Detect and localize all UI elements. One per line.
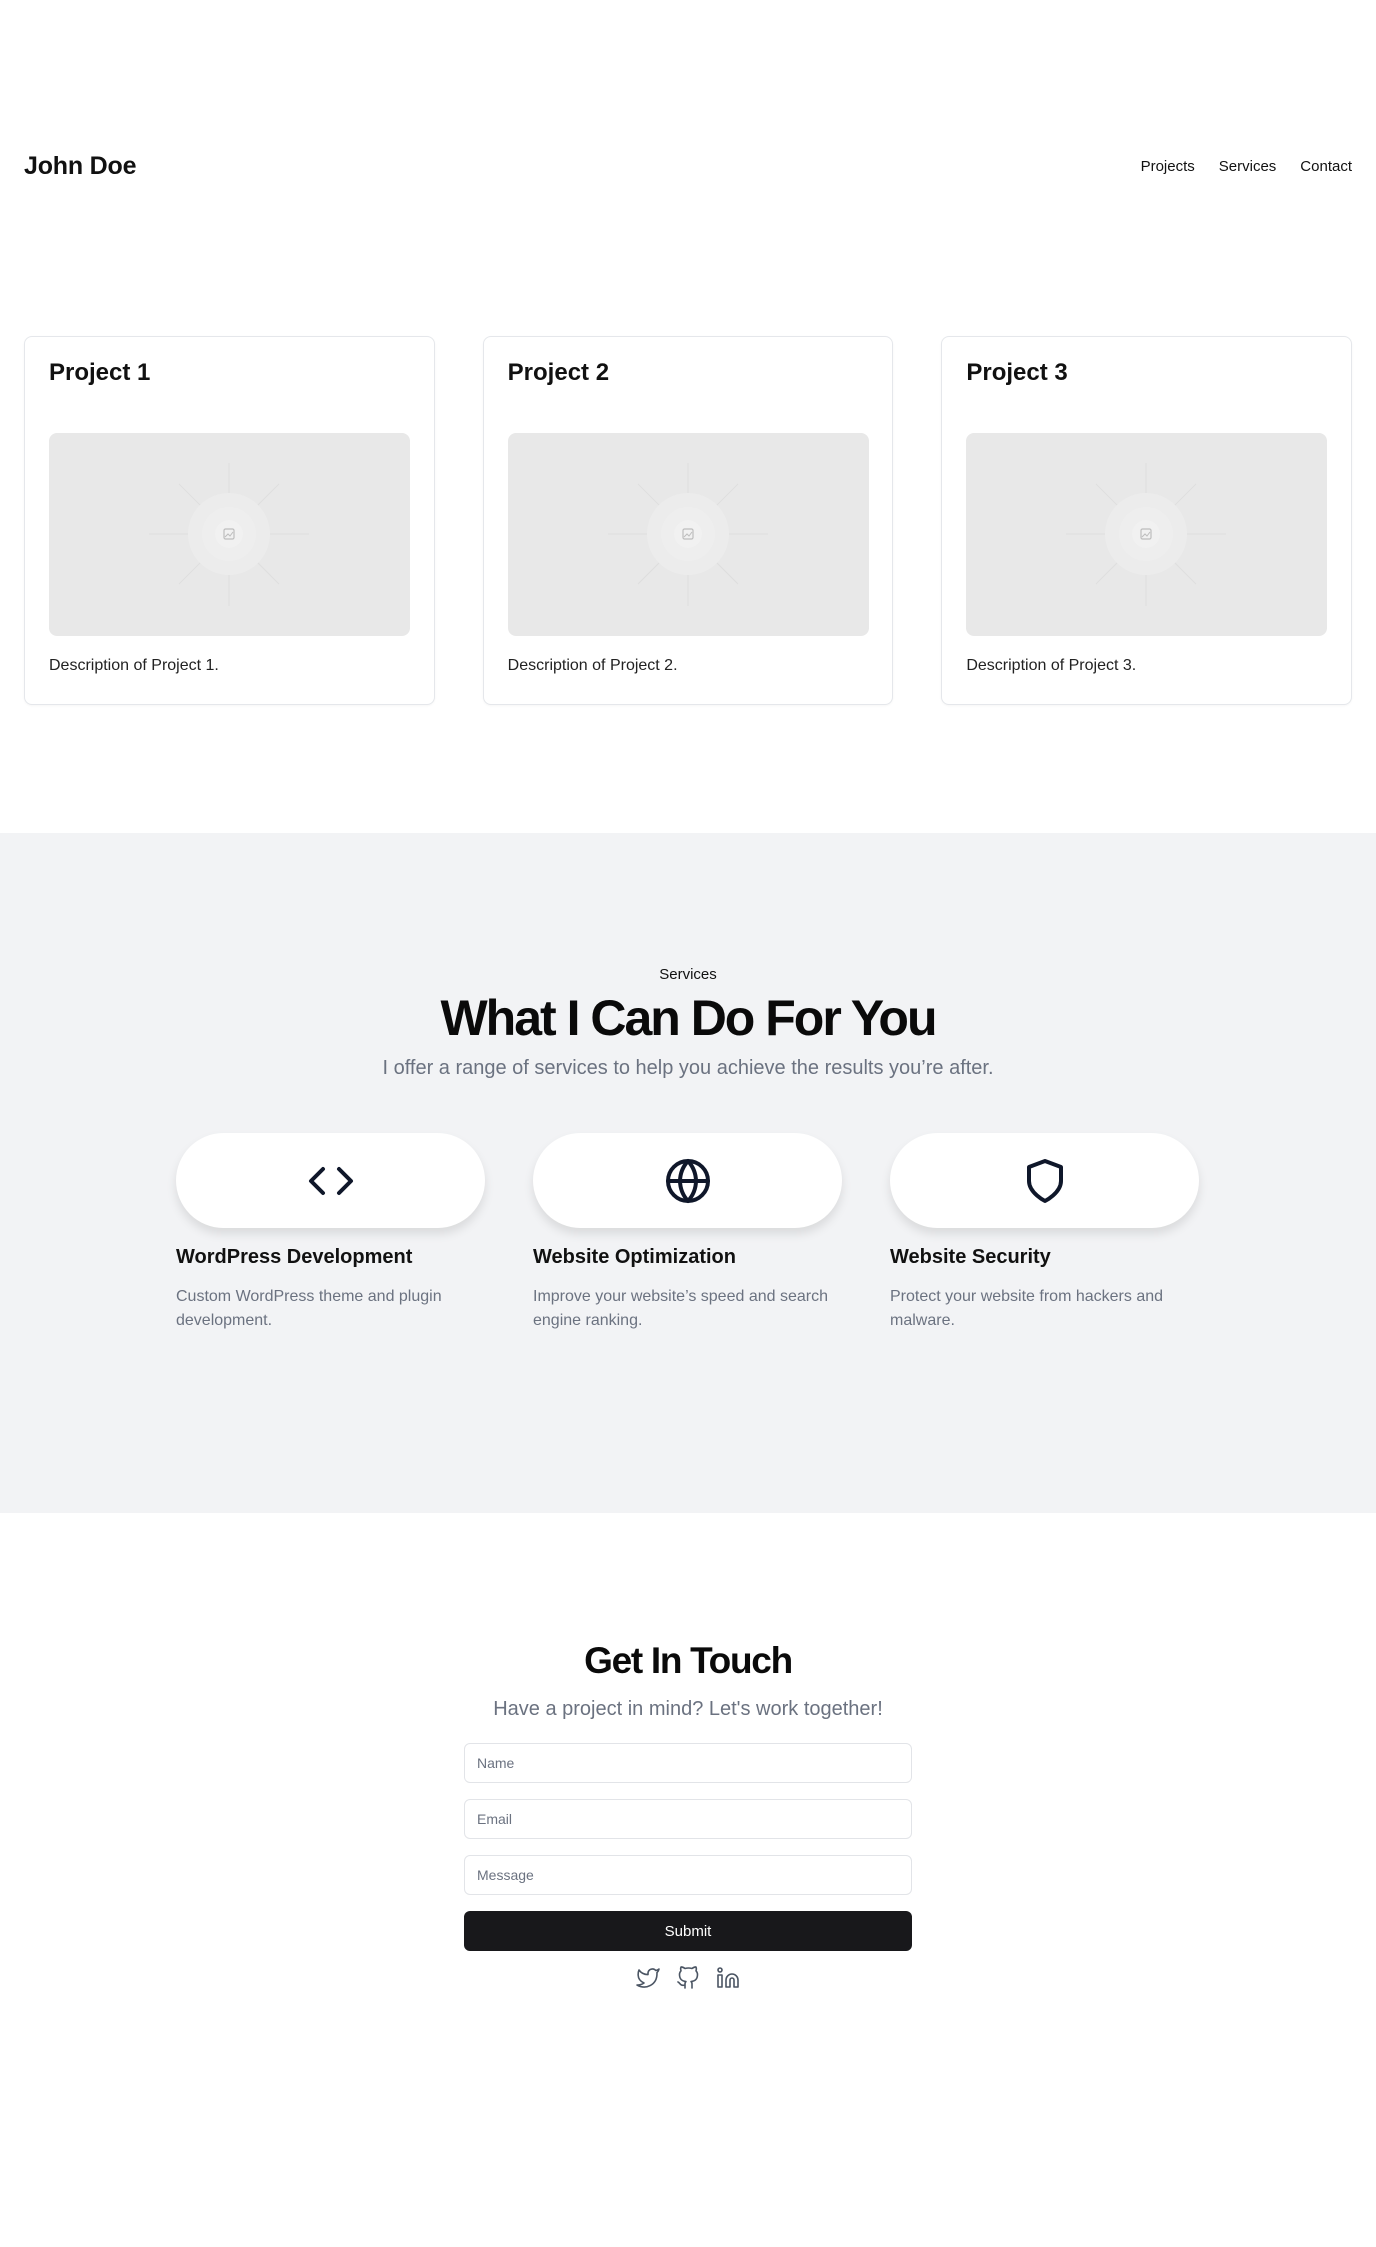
service-icon-pill[interactable] <box>890 1133 1199 1228</box>
code-icon <box>308 1166 353 1195</box>
service-item: Website Optimization Improve your websit… <box>533 1133 842 1333</box>
email-field[interactable] <box>464 1799 912 1839</box>
service-name: WordPress Development <box>176 1246 413 1268</box>
project-title: Project 2 <box>507 359 610 386</box>
nav-link-services[interactable]: Services <box>1219 158 1277 175</box>
project-description: Description of Project 1. <box>49 657 219 674</box>
site-header: John Doe Projects Services Contact <box>0 0 1376 336</box>
name-field[interactable] <box>464 1743 912 1783</box>
project-card[interactable]: Project 2 Description of Project 2. <box>482 336 894 705</box>
service-icon-pill[interactable] <box>533 1133 842 1228</box>
service-icon-pill[interactable] <box>176 1133 485 1228</box>
social-links <box>0 1965 1376 1991</box>
project-description: Description of Project 3. <box>966 657 1137 674</box>
services-heading: What I Can Do For You <box>440 990 937 1046</box>
image-placeholder-icon <box>149 463 309 606</box>
submit-button[interactable]: Submit <box>464 1911 912 1951</box>
service-name: Website Optimization <box>533 1246 736 1268</box>
shield-icon <box>1026 1158 1063 1203</box>
projects-section: Project 1 Description of Project 1. Proj… <box>24 336 1353 705</box>
service-description: Protect your website from hackers and ma… <box>890 1288 1164 1329</box>
service-description: Custom WordPress theme and plugin develo… <box>176 1288 442 1329</box>
services-eyebrow: Services <box>659 966 717 983</box>
contact-section: Get In Touch Have a project in mind? Let… <box>0 1513 1376 2247</box>
service-item: WordPress Development Custom WordPress t… <box>176 1133 485 1333</box>
service-description: Improve your website’s speed and search … <box>533 1288 828 1329</box>
github-icon <box>677 1966 699 1989</box>
project-card[interactable]: Project 3 Description of Project 3. <box>941 336 1353 705</box>
twitter-icon <box>636 1968 660 1988</box>
project-image-placeholder <box>507 433 869 636</box>
message-field[interactable] <box>464 1855 912 1895</box>
linkedin-link[interactable] <box>715 1965 741 1991</box>
service-name: Website Security <box>890 1246 1051 1268</box>
project-title: Project 3 <box>966 359 1068 386</box>
contact-heading: Get In Touch <box>584 1640 793 1681</box>
nav-link-contact[interactable]: Contact <box>1300 158 1352 175</box>
contact-subtitle: Have a project in mind? Let's work toget… <box>493 1698 883 1720</box>
twitter-link[interactable] <box>635 1965 661 1991</box>
main-nav: Projects Services Contact <box>1141 158 1352 175</box>
services-subtitle: I offer a range of services to help you … <box>382 1057 994 1079</box>
service-item: Website Security Protect your website fr… <box>890 1133 1199 1333</box>
project-image-placeholder <box>966 433 1328 636</box>
services-grid: WordPress Development Custom WordPress t… <box>176 1133 1199 1333</box>
image-placeholder-icon <box>607 463 768 606</box>
services-section: Services What I Can Do For You I offer a… <box>0 833 1376 1513</box>
globe-icon <box>665 1158 710 1203</box>
nav-link-projects[interactable]: Projects <box>1141 158 1195 175</box>
project-description: Description of Project 2. <box>507 657 678 674</box>
project-title: Project 1 <box>49 359 151 386</box>
linkedin-icon <box>717 1967 739 1988</box>
github-link[interactable] <box>675 1965 701 1991</box>
project-image-placeholder <box>49 433 410 636</box>
image-placeholder-icon <box>1066 463 1227 606</box>
brand-name[interactable]: John Doe <box>24 152 136 181</box>
project-card[interactable]: Project 1 Description of Project 1. <box>24 336 435 705</box>
